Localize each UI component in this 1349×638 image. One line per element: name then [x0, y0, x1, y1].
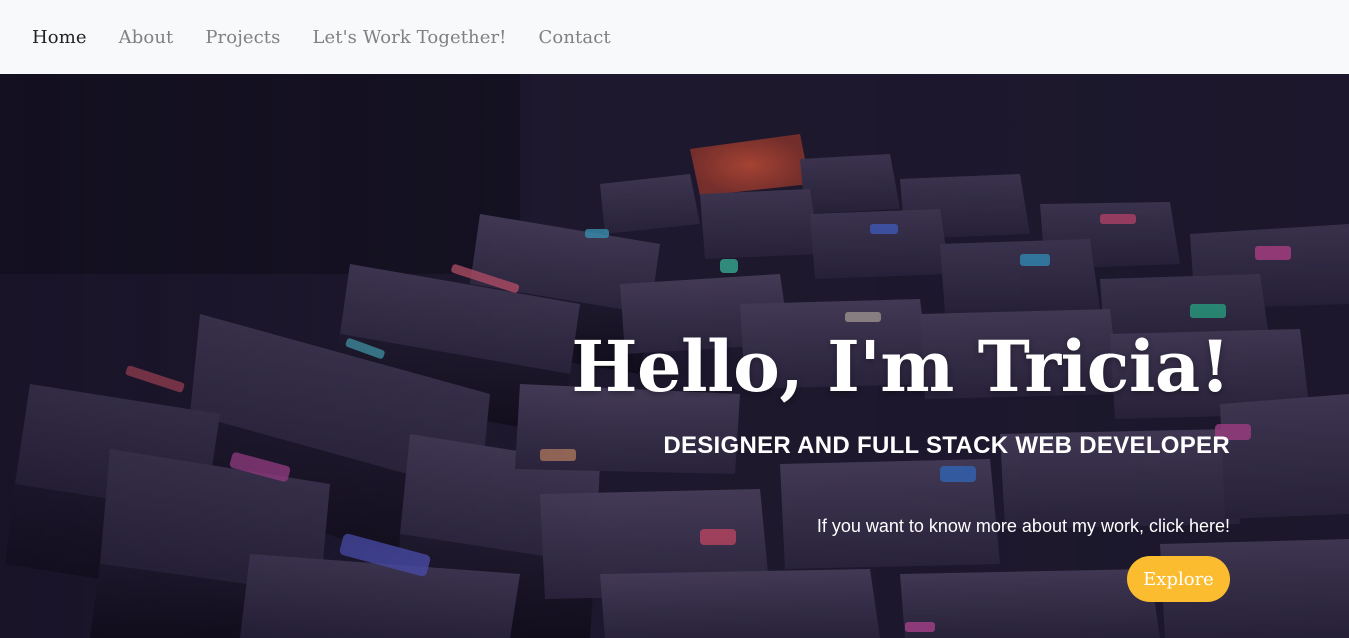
hero-text: If you want to know more about my work, …: [816, 516, 1230, 536]
hero-title: Hello, I'm Tricia!: [571, 325, 1230, 408]
explore-button[interactable]: Explore: [1127, 556, 1230, 602]
nav-link-projects[interactable]: Projects: [189, 27, 296, 48]
nav-link-about[interactable]: About: [103, 27, 190, 48]
hero-subtitle: DESIGNER AND FULL STACK WEB DEVELOPER: [663, 432, 1230, 459]
nav-link-contact[interactable]: Contact: [523, 27, 627, 48]
hero-section: Hello, I'm Tricia! DESIGNER AND FULL STA…: [0, 74, 1349, 638]
nav-link-work-together[interactable]: Let's Work Together!: [296, 27, 522, 48]
nav-link-home[interactable]: Home: [16, 27, 103, 48]
navbar: Home About Projects Let's Work Together!…: [0, 0, 1349, 74]
